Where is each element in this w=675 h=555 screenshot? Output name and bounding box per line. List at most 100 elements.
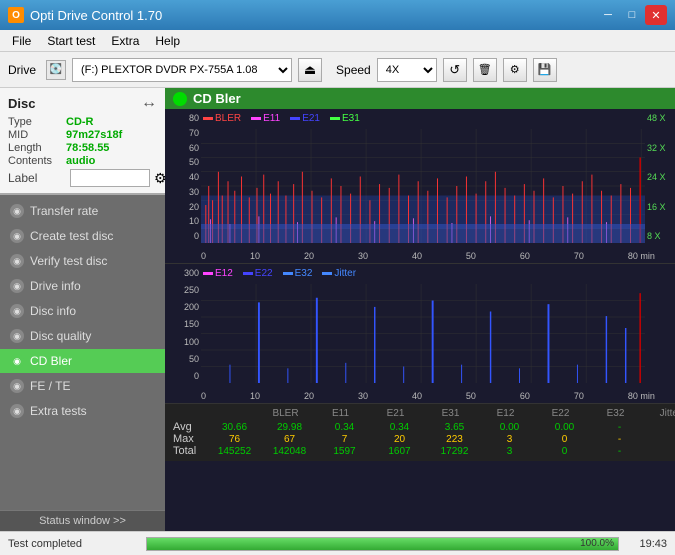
disc-length-row: Length 78:58.55 (8, 142, 157, 154)
sidebar-item-transfer-rate[interactable]: ◉ Transfer rate (0, 199, 165, 223)
disc-mid-val: 97m27s18f (66, 129, 122, 141)
menu-start-test[interactable]: Start test (39, 32, 103, 50)
eject-button[interactable]: ⏏ (298, 58, 322, 82)
disc-label-key: Label (8, 171, 66, 185)
drive-select[interactable]: (F:) PLEXTOR DVDR PX-755A 1.08 (72, 58, 292, 82)
e32-color (283, 272, 293, 275)
stats-total-row: Total 145252 142048 1597 1607 17292 3 0 … (173, 445, 675, 457)
e12-color (203, 272, 213, 275)
stats-max-row: Max 76 67 7 20 223 3 0 - (173, 433, 675, 445)
progress-bar-fill (147, 538, 618, 550)
disc-quality-icon: ◉ (10, 329, 24, 343)
disc-length-key: Length (8, 142, 66, 154)
speed-label: Speed (336, 63, 371, 77)
drive-info-label: Drive info (30, 279, 81, 293)
speed-select[interactable]: 4X (377, 58, 437, 82)
e12-label: E12 (215, 268, 233, 279)
cd-bler-label: CD Bler (30, 354, 72, 368)
jitter-label: Jitter (334, 268, 356, 279)
refresh-button[interactable]: ↺ (443, 58, 467, 82)
top-chart-svg (201, 129, 645, 243)
toolbar: Drive 💽 (F:) PLEXTOR DVDR PX-755A 1.08 ⏏… (0, 52, 675, 88)
legend-e32: E32 (283, 268, 313, 279)
menu-bar: File Start test Extra Help (0, 30, 675, 52)
e11-color (251, 117, 261, 120)
progress-bar-container: 100.0% (146, 537, 619, 551)
sidebar-item-cd-bler[interactable]: ◉ CD Bler (0, 349, 165, 373)
disc-type-key: Type (8, 116, 66, 128)
sidebar-nav: ◉ Transfer rate ◉ Create test disc ◉ Ver… (0, 195, 165, 510)
menu-extra[interactable]: Extra (103, 32, 147, 50)
erase-button[interactable]: 🗑 (473, 58, 497, 82)
disc-type-val: CD-R (66, 116, 94, 128)
stats-avg-row: Avg 30.66 29.98 0.34 0.34 3.65 0.00 0.00… (173, 421, 675, 433)
disc-type-row: Type CD-R (8, 116, 157, 128)
cd-bler-icon: ◉ (10, 354, 24, 368)
fe-te-label: FE / TE (30, 379, 70, 393)
drive-icon: 💽 (46, 60, 66, 80)
stats-header-row: BLER E11 E21 E31 E12 E22 E32 Jitter (173, 408, 675, 419)
disc-label-row: Label ⚙ (8, 169, 157, 187)
menu-file[interactable]: File (4, 32, 39, 50)
sidebar-item-drive-info[interactable]: ◉ Drive info (0, 274, 165, 298)
legend-e22: E22 (243, 268, 273, 279)
drive-label: Drive (8, 63, 36, 77)
legend-e11: E11 (251, 113, 280, 124)
disc-length-val: 78:58.55 (66, 142, 109, 154)
top-chart: BLER E11 E21 E31 80 70 60 (165, 109, 675, 264)
top-chart-legend: BLER E11 E21 E31 (203, 113, 360, 124)
main-layout: Disc ↔ Type CD-R MID 97m27s18f Length 78… (0, 88, 675, 531)
sidebar-item-create-test-disc[interactable]: ◉ Create test disc (0, 224, 165, 248)
minimize-button[interactable]: ─ (597, 5, 619, 25)
save-button[interactable]: 💾 (533, 58, 557, 82)
sidebar-item-extra-tests[interactable]: ◉ Extra tests (0, 399, 165, 423)
sidebar-item-disc-info[interactable]: ◉ Disc info (0, 299, 165, 323)
fe-te-icon: ◉ (10, 379, 24, 393)
disc-title: Disc (8, 96, 35, 111)
disc-header: Disc ↔ (8, 94, 157, 112)
bottom-chart-svg (201, 284, 645, 383)
stats-area: BLER E11 E21 E31 E12 E22 E32 Jitter Avg … (165, 404, 675, 461)
sidebar: Disc ↔ Type CD-R MID 97m27s18f Length 78… (0, 88, 165, 531)
sidebar-item-fe-te[interactable]: ◉ FE / TE (0, 374, 165, 398)
disc-label-input[interactable] (70, 169, 150, 187)
legend-e21: E21 (290, 113, 320, 124)
bler-label: BLER (215, 113, 241, 124)
top-chart-svg-container (201, 129, 645, 243)
bler-color (203, 117, 213, 120)
disc-contents-row: Contents audio (8, 155, 157, 167)
disc-panel: Disc ↔ Type CD-R MID 97m27s18f Length 78… (0, 88, 165, 195)
sidebar-item-verify-test-disc[interactable]: ◉ Verify test disc (0, 249, 165, 273)
e22-color (243, 272, 253, 275)
transfer-rate-icon: ◉ (10, 204, 24, 218)
time-text: 19:43 (627, 538, 667, 550)
chart-header: CD Bler (165, 88, 675, 109)
restore-button[interactable]: □ (621, 5, 643, 25)
title-bar: O Opti Drive Control 1.70 ─ □ ✕ (0, 0, 675, 30)
disc-refresh-button[interactable]: ↔ (141, 94, 157, 112)
sidebar-item-disc-quality[interactable]: ◉ Disc quality (0, 324, 165, 348)
menu-help[interactable]: Help (147, 32, 188, 50)
legend-e12: E12 (203, 268, 233, 279)
e32-label: E32 (295, 268, 313, 279)
disc-info-icon: ◉ (10, 304, 24, 318)
disc-contents-key: Contents (8, 155, 66, 167)
stats-table: BLER E11 E21 E31 E12 E22 E32 Jitter Avg … (173, 408, 675, 457)
close-button[interactable]: ✕ (645, 5, 667, 25)
settings-button[interactable]: ⚙ (503, 58, 527, 82)
status-window-button[interactable]: Status window >> (0, 510, 165, 531)
legend-e31: E31 (330, 113, 360, 124)
disc-contents-val: audio (66, 155, 95, 167)
bottom-y-axis: 300 250 200 150 100 50 0 (165, 264, 201, 383)
e22-label: E22 (255, 268, 273, 279)
window-title: Opti Drive Control 1.70 (30, 8, 162, 23)
legend-bler: BLER (203, 113, 241, 124)
disc-mid-row: MID 97m27s18f (8, 129, 157, 141)
create-test-disc-label: Create test disc (30, 229, 113, 243)
content-area: CD Bler BLER E11 E21 E3 (165, 88, 675, 531)
e21-color (290, 117, 300, 120)
legend-jitter: Jitter (322, 268, 356, 279)
status-text: Test completed (8, 538, 138, 550)
bottom-chart-svg-container (201, 284, 645, 383)
e21-label: E21 (302, 113, 320, 124)
